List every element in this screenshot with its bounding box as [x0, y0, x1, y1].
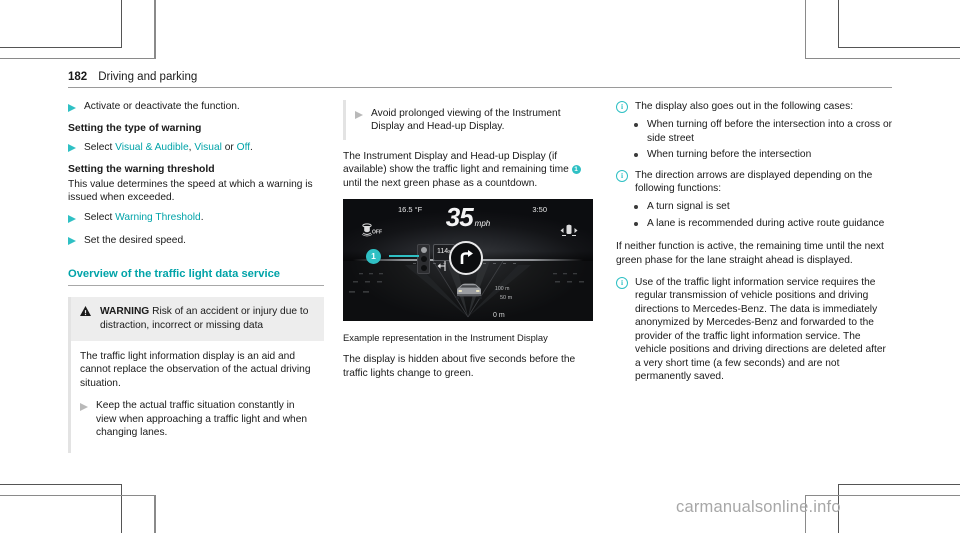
- select-verb: Select: [84, 141, 113, 153]
- bullet-dot: [634, 221, 638, 226]
- action-triangle-icon: [355, 110, 364, 120]
- info-icon: i: [616, 169, 628, 182]
- countdown-value: 114: [437, 248, 449, 256]
- instrument-display-image: 16.5 °F 3:50 35 mph OFF 114 1 100 m 50 m…: [343, 199, 593, 322]
- lead-vehicle-illustration: [453, 281, 485, 301]
- warning-step-text: Keep the actual traffic situation consta…: [96, 400, 308, 439]
- step-avoid-viewing: Avoid prolonged viewing of the Instrumen…: [355, 107, 584, 134]
- bullet-dot: [634, 153, 638, 158]
- info-note-direction-arrows: i The direction arrows are displayed dep…: [616, 169, 892, 196]
- traffic-light-group: 114s: [417, 244, 455, 275]
- warning-box-continued: Avoid prolonged viewing of the Instrumen…: [343, 100, 593, 140]
- svg-text:OFF: OFF: [372, 230, 382, 236]
- step-select-threshold: Select Warning Threshold.: [68, 211, 324, 224]
- heading-type-of-warning: Setting the type of warning: [68, 123, 202, 135]
- warning-box-continued-body: Avoid prolonged viewing of the Instrumen…: [346, 100, 593, 140]
- turn-direction-dial: [449, 241, 483, 276]
- crop-marks-bottom-left: [0, 453, 170, 533]
- warning-body-text: The traffic light information display is…: [80, 351, 311, 389]
- esp-off-icon: OFF: [359, 221, 383, 237]
- action-triangle-icon: [80, 402, 89, 412]
- action-triangle-icon: [68, 143, 77, 153]
- list-item: A turn signal is set: [616, 200, 892, 213]
- bullet-text: When turning before the intersection: [647, 149, 812, 161]
- info-note-1-text: The display also goes out in the followi…: [635, 101, 854, 112]
- header-divider: [68, 87, 892, 88]
- info-icon: i: [616, 277, 628, 290]
- warning-step: Keep the actual traffic situation consta…: [80, 399, 315, 439]
- action-triangle-icon: [68, 214, 77, 224]
- bullet-dot: [634, 123, 638, 128]
- speed-value: 35: [445, 202, 474, 233]
- warning-triangle-icon: [80, 306, 91, 320]
- step-set-speed-text: Set the desired speed.: [84, 234, 186, 246]
- bullet-text: A lane is recommended during active rout…: [647, 217, 885, 229]
- bullet-text: When turning off before the intersection…: [647, 119, 893, 144]
- crop-marks-bottom-right: [790, 453, 960, 533]
- callout-marker-1: 1: [571, 165, 581, 175]
- display-hidden-body: The display is hidden about five seconds…: [343, 354, 576, 379]
- column-left: Activate or deactivate the function. Set…: [68, 100, 324, 453]
- menu-option-off[interactable]: Off: [237, 142, 250, 153]
- menu-option-visual-audible[interactable]: Visual & Audible: [115, 142, 188, 153]
- warning-threshold-body: This value determines the speed at which…: [68, 178, 313, 204]
- traffic-light-icon: [417, 244, 430, 275]
- column-right: i The display also goes out in the follo…: [616, 100, 892, 388]
- info-note-3-text: Use of the traffic light information ser…: [635, 277, 886, 382]
- traffic-light-lamp-yellow: [420, 256, 427, 263]
- traffic-light-lamp-red: [420, 247, 427, 254]
- list-item: When turning off before the intersection…: [616, 118, 892, 145]
- section-heading-underline: [68, 285, 324, 287]
- action-triangle-icon: [68, 103, 77, 113]
- column-middle: Avoid prolonged viewing of the Instrumen…: [343, 100, 593, 389]
- step-activate-text: Activate or deactivate the function.: [84, 101, 240, 112]
- step-select-warning-type: Select Visual & Audible, Visual or Off.: [68, 141, 324, 154]
- neither-function-body: If neither function is active, the remai…: [616, 241, 884, 266]
- step-set-speed: Set the desired speed.: [68, 234, 324, 247]
- conjunction-or: or: [224, 141, 234, 153]
- list-item: When turning before the intersection: [616, 148, 892, 161]
- period: .: [200, 212, 204, 224]
- warning-label: WARNING: [100, 306, 150, 318]
- step-activate: Activate or deactivate the function.: [68, 100, 324, 113]
- bullet-dot: [634, 205, 638, 210]
- warning-box: WARNING Risk of an accident or injury du…: [68, 297, 324, 453]
- info-note-display-goes-out: i The display also goes out in the follo…: [616, 100, 892, 113]
- traffic-light-lamp-green: [420, 264, 427, 271]
- warning-box-header: WARNING Risk of an accident or injury du…: [71, 297, 324, 342]
- list-item: A lane is recommended during active rout…: [616, 217, 892, 230]
- vehicle-detection-icon: [559, 223, 579, 239]
- section-heading-overview: Overview of the traffic light data servi…: [68, 268, 281, 281]
- page-number: 182: [68, 71, 88, 83]
- callout-leader-line: [389, 255, 419, 257]
- select-verb: Select: [84, 212, 113, 224]
- warning-box-body: The traffic light information display is…: [71, 341, 324, 452]
- watermark: carmanualsonline.info: [676, 498, 841, 516]
- section-title: Driving and parking: [98, 71, 198, 83]
- page-header: 182 Driving and parking: [68, 71, 892, 88]
- step-select-threshold-text: Select Warning Threshold.: [84, 211, 324, 224]
- step-select-warning-type-text: Select Visual & Audible, Visual or Off.: [84, 141, 324, 154]
- menu-option-visual[interactable]: Visual: [194, 142, 222, 153]
- period: .: [250, 141, 253, 153]
- info-icon: i: [616, 101, 628, 113]
- comma: ,: [188, 141, 192, 153]
- callout-badge-1: 1: [366, 249, 381, 265]
- action-triangle-icon: [68, 236, 77, 246]
- info-note-data-privacy: i Use of the traffic light information s…: [616, 276, 892, 383]
- speed-unit: mph: [474, 219, 491, 229]
- warning-header-text: WARNING Risk of an accident or injury du…: [100, 305, 315, 332]
- intro-part1: The Instrument Display and Head-up Displ…: [343, 150, 569, 176]
- figure-caption: Example representation in the Instrument…: [343, 332, 548, 344]
- distance-marker-0m: 0 m: [493, 312, 505, 320]
- info-note-2-text: The direction arrows are displayed depen…: [635, 169, 873, 195]
- menu-option-warning-threshold[interactable]: Warning Threshold: [115, 212, 201, 223]
- bullet-text: A turn signal is set: [647, 201, 730, 213]
- heading-warning-threshold: Setting the warning threshold: [68, 164, 215, 176]
- instrument-display-intro: The Instrument Display and Head-up Displ…: [343, 150, 593, 190]
- intro-part2: until the next green phase as a countdow…: [343, 177, 538, 189]
- step-avoid-viewing-text: Avoid prolonged viewing of the Instrumen…: [371, 108, 561, 133]
- distance-marker-50m: 50 m: [500, 295, 513, 302]
